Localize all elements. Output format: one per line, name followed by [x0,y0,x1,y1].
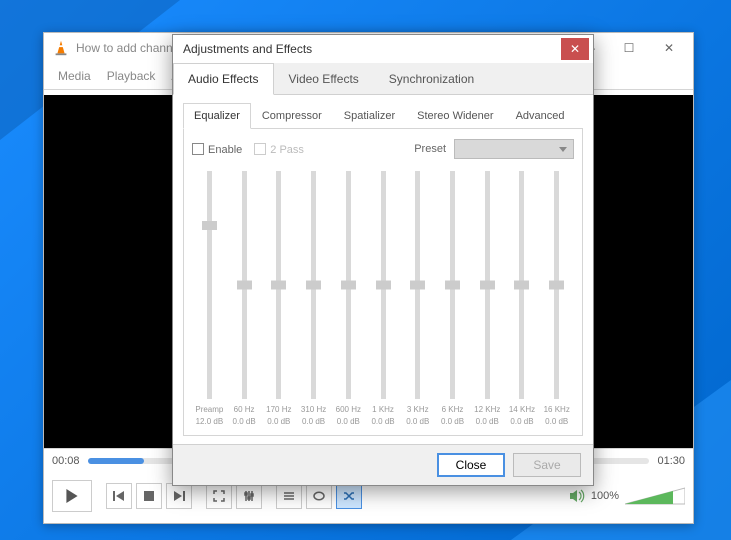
subtab-equalizer[interactable]: Equalizer [183,103,251,129]
eq-band-db: 0.0 dB [371,417,394,429]
dialog-title: Adjustments and Effects [183,42,312,56]
preamp-value: 12.0 dB [196,417,224,429]
eq-band-slider[interactable]: 600 Hz0.0 dB [331,169,366,429]
eq-band-slider[interactable]: 60 Hz0.0 dB [227,169,262,429]
window-close-button[interactable]: ✕ [649,34,689,62]
eq-band-db: 0.0 dB [545,417,568,429]
eq-band-slider[interactable]: 14 KHz0.0 dB [505,169,540,429]
eq-band-hz: 12 KHz [474,405,500,417]
menu-media[interactable]: Media [50,65,99,87]
maximize-button[interactable]: ☐ [609,34,649,62]
subtab-advanced[interactable]: Advanced [505,103,576,128]
time-total: 01:30 [657,455,685,467]
dialog-titlebar: Adjustments and Effects ✕ [173,35,593,63]
audio-subtabs: Equalizer Compressor Spatializer Stereo … [183,103,583,129]
eq-band-hz: 310 Hz [301,405,326,417]
save-button: Save [513,453,581,477]
extended-settings-button[interactable] [236,483,262,509]
eq-band-slider[interactable]: 1 KHz0.0 dB [366,169,401,429]
tab-audio-effects[interactable]: Audio Effects [173,63,274,95]
preset-label: Preset [414,143,446,155]
eq-band-db: 0.0 dB [510,417,533,429]
volume-slider[interactable] [625,486,685,506]
subtab-stereo-widener[interactable]: Stereo Widener [406,103,504,128]
eq-band-db: 0.0 dB [441,417,464,429]
main-tabs: Audio Effects Video Effects Synchronizat… [173,63,593,95]
eq-band-db: 0.0 dB [337,417,360,429]
adjustments-effects-dialog: Adjustments and Effects ✕ Audio Effects … [172,34,594,486]
preamp-label: Preamp [195,405,223,417]
preset-dropdown[interactable] [454,139,574,159]
eq-band-slider[interactable]: 6 KHz0.0 dB [435,169,470,429]
eq-band-db: 0.0 dB [302,417,325,429]
eq-band-hz: 170 Hz [266,405,291,417]
eq-band-hz: 6 KHz [442,405,464,417]
eq-band-slider[interactable]: 12 KHz0.0 dB [470,169,505,429]
subtab-spatializer[interactable]: Spatializer [333,103,406,128]
time-elapsed: 00:08 [52,455,80,467]
close-button[interactable]: Close [437,453,505,477]
volume-percent: 100% [591,490,619,502]
eq-band-db: 0.0 dB [406,417,429,429]
eq-band-slider[interactable]: 170 Hz0.0 dB [261,169,296,429]
eq-band-hz: 16 KHz [544,405,570,417]
eq-band-slider[interactable]: 3 KHz0.0 dB [400,169,435,429]
eq-band-db: 0.0 dB [233,417,256,429]
eq-band-hz: 3 KHz [407,405,429,417]
prev-button[interactable] [106,483,132,509]
loop-button[interactable] [306,483,332,509]
eq-band-hz: 14 KHz [509,405,535,417]
tab-video-effects[interactable]: Video Effects [274,63,374,94]
stop-button[interactable] [136,483,162,509]
preamp-slider[interactable]: Preamp12.0 dB [192,169,227,429]
shuffle-button[interactable] [336,483,362,509]
vlc-cone-icon [52,39,70,57]
dialog-close-button[interactable]: ✕ [561,38,589,60]
eq-band-hz: 60 Hz [234,405,255,417]
eq-band-db: 0.0 dB [267,417,290,429]
play-button[interactable] [52,480,92,512]
fullscreen-button[interactable] [206,483,232,509]
subtab-compressor[interactable]: Compressor [251,103,333,128]
speaker-icon[interactable] [569,489,585,503]
eq-band-slider[interactable]: 16 KHz0.0 dB [539,169,574,429]
eq-band-hz: 1 KHz [372,405,394,417]
playlist-button[interactable] [276,483,302,509]
eq-band-hz: 600 Hz [336,405,361,417]
twopass-checkbox: 2 Pass [254,143,304,156]
eq-band-db: 0.0 dB [476,417,499,429]
enable-checkbox[interactable]: Enable [192,143,242,156]
next-button[interactable] [166,483,192,509]
eq-band-slider[interactable]: 310 Hz0.0 dB [296,169,331,429]
equalizer-panel: Enable 2 Pass Preset Preamp12.0 dB60 Hz0… [183,129,583,436]
tab-synchronization[interactable]: Synchronization [374,63,489,94]
menu-playback[interactable]: Playback [99,65,164,87]
